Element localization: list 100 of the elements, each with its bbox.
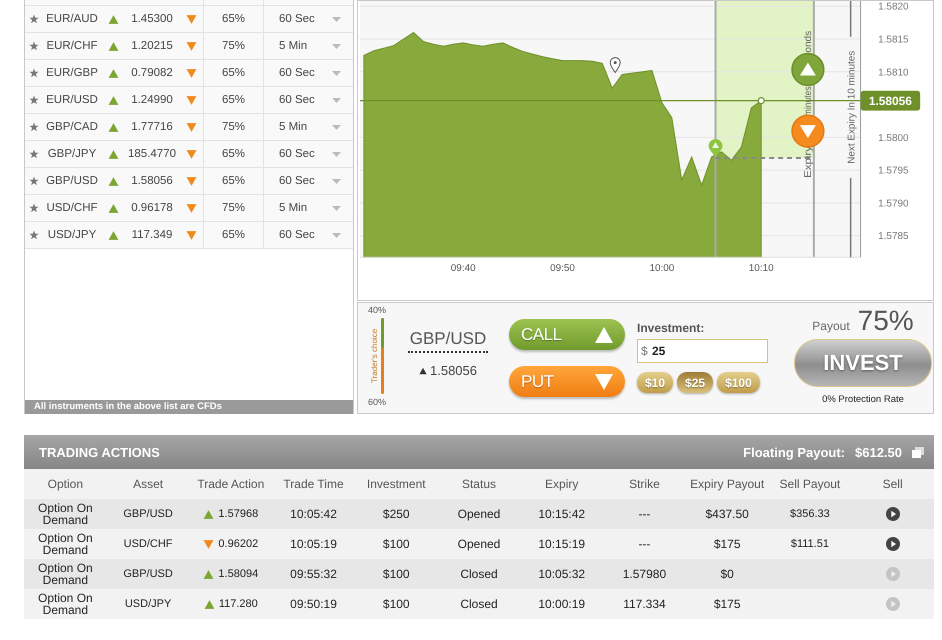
instrument-row[interactable]: EUR/USD 1.24990 65% 60 Sec (25, 87, 353, 114)
floating-payout-value: $612.50 (855, 444, 902, 460)
disclaimer-bar: All instruments in the above list are CFDs (25, 400, 353, 414)
table-cell: $100 (382, 537, 410, 551)
table-cell: $100 (382, 597, 410, 611)
axis-label: 1.5815 (878, 34, 909, 46)
instrument-row[interactable]: GBP/JPY 185.4770 65% 60 Sec (25, 141, 353, 168)
star-icon[interactable] (29, 14, 39, 24)
caret-icon[interactable] (332, 124, 341, 130)
section-title: TRADING ACTIONS (39, 444, 160, 460)
expiry-value: 5 Min (279, 202, 308, 214)
down-arrow-icon (186, 40, 196, 52)
star-icon[interactable] (29, 95, 39, 105)
column-header: Sell (882, 477, 903, 491)
table-cell: $175 (714, 597, 741, 611)
table-cell: $0 (720, 567, 734, 581)
column-header: Expiry Payout (690, 477, 764, 491)
star-icon[interactable] (29, 68, 39, 78)
rate-value: 0.79082 (131, 67, 173, 79)
table-cell: Closed (460, 597, 498, 611)
table-cell: 117.280 (218, 598, 258, 610)
pin-icon[interactable] (610, 57, 621, 74)
up-arrow-icon (108, 148, 118, 160)
expiry-value: 60 Sec (279, 148, 315, 160)
axis-label: 09:50 (550, 263, 575, 274)
down-arrow-icon (186, 230, 196, 240)
caret-icon[interactable] (332, 232, 341, 238)
put-button[interactable] (791, 114, 825, 148)
star-icon[interactable] (29, 230, 39, 240)
table-cell: USD/JPY (124, 598, 172, 610)
caret-icon[interactable] (332, 206, 341, 210)
down-arrow-icon (186, 68, 196, 78)
table-cell: 10:15:19 (538, 537, 586, 551)
table-cell: GBP/USD (123, 508, 173, 520)
column-header: Investment (366, 477, 426, 491)
star-icon[interactable] (29, 176, 39, 186)
instrument-row[interactable]: GBP/USD 1.58056 65% 60 Sec (25, 168, 353, 195)
caret-icon[interactable] (332, 16, 341, 22)
expiry-value: 5 Min (279, 40, 308, 52)
caret-icon[interactable] (332, 98, 341, 102)
instrument-row[interactable]: USD/CHF 0.96178 75% 5 Min (25, 195, 353, 222)
rate-value: 185.4770 (128, 148, 176, 160)
axis-label: 1.5790 (878, 198, 909, 210)
asset-name: EUR/GBP (46, 67, 98, 79)
star-icon[interactable] (29, 149, 39, 159)
caret-icon[interactable] (332, 178, 341, 184)
rate-value: 1.45300 (131, 13, 173, 25)
price-point (758, 97, 765, 104)
up-arrow-icon (419, 366, 427, 374)
payout-value: 75% (222, 121, 246, 133)
up-arrow-icon (108, 94, 118, 106)
table-cell: 10:00:19 (538, 597, 586, 611)
table-cell: $175 (714, 537, 741, 551)
window-icon[interactable] (912, 446, 924, 458)
instrument-row[interactable]: EUR/GBP 0.79082 65% 60 Sec (25, 60, 353, 87)
instrument-row[interactable]: EUR/CHF 1.20215 75% 5 Min (25, 33, 353, 60)
asset-name: EUR/USD (46, 94, 98, 106)
table-cell: 09:50:19 (290, 597, 337, 611)
table-cell: 10:05:42 (290, 507, 337, 521)
up-arrow-icon (593, 324, 615, 344)
up-arrow-icon (108, 176, 118, 186)
instrument-row[interactable]: EUR/AUD 1.45300 65% 60 Sec (25, 6, 353, 33)
rate-value: 1.58056 (131, 175, 173, 187)
table-cell: USD/CHF (124, 538, 173, 550)
play-icon[interactable] (886, 537, 900, 551)
caret-icon[interactable] (332, 44, 341, 48)
rate-value: 117.349 (132, 229, 172, 241)
expiry-value: 5 Min (279, 121, 308, 133)
rate-value: 0.96178 (131, 202, 173, 214)
expiry-value: 60 Sec (279, 175, 315, 187)
instrument-row[interactable]: USD/JPY 117.349 65% 60 Sec (25, 222, 353, 249)
axis-label: 10:00 (649, 263, 674, 274)
investment-label: Investment: (637, 321, 706, 335)
caret-icon[interactable] (332, 70, 341, 76)
down-arrow-icon (186, 122, 196, 132)
axis-label: 1.5795 (878, 166, 909, 177)
down-arrow-icon (186, 176, 196, 186)
payout-value: 65% (222, 67, 246, 79)
star-icon[interactable] (29, 203, 39, 213)
caret-icon[interactable] (332, 152, 341, 156)
call-button[interactable] (791, 52, 825, 86)
star-icon[interactable] (29, 41, 39, 51)
down-arrow-icon (186, 202, 196, 214)
payout-value: 65% (222, 175, 246, 187)
ref-line-label: 1.58056 (868, 94, 912, 108)
axis-label: 1.5785 (878, 231, 909, 242)
pin-icon[interactable] (708, 139, 722, 157)
table-cell: Opened (458, 507, 500, 521)
up-arrow-icon (108, 122, 118, 132)
table-cell: 10:05:19 (290, 537, 337, 551)
table-cell: 09:55:32 (290, 567, 337, 581)
expiry-value: 60 Sec (279, 229, 315, 241)
star-icon[interactable] (29, 122, 39, 132)
column-header: Trade Action (197, 477, 264, 491)
down-arrow-icon (593, 372, 615, 392)
table-cell: $356.33 (790, 508, 830, 520)
table-cell: $111.51 (790, 538, 829, 550)
column-header: Strike (629, 477, 660, 491)
instrument-row[interactable]: GBP/CAD 1.77716 75% 5 Min (25, 114, 353, 141)
play-icon[interactable] (886, 507, 900, 521)
